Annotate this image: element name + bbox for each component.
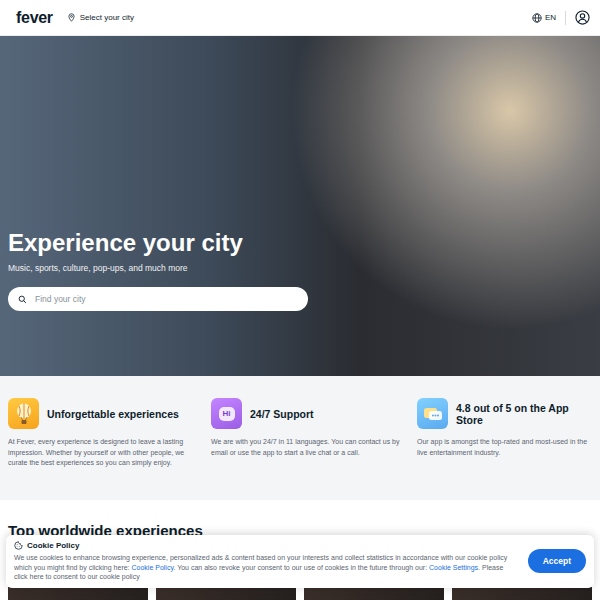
feature-text: At Fever, every experience is designed t…: [8, 437, 195, 469]
language-selector[interactable]: EN: [532, 13, 556, 23]
chat-bubble-text: Hi: [223, 409, 231, 418]
feature-title: Unforgettable experiences: [47, 408, 179, 420]
feature-header: Unforgettable experiences: [8, 398, 195, 429]
accept-button[interactable]: Accept: [528, 549, 586, 573]
feature-header: Hi 24/7 Support: [211, 398, 401, 429]
chat-bubble-icon: Hi: [219, 407, 235, 421]
feature-card: 4.8 out of 5 on the App Store Our app is …: [417, 398, 592, 480]
divider: [565, 11, 566, 25]
cookie-header: Cookie Policy: [14, 541, 518, 550]
cookie-title: Cookie Policy: [27, 541, 79, 550]
chat-icon: Hi: [211, 398, 242, 429]
app-icon: [417, 398, 448, 429]
cookie-icon: [14, 541, 23, 550]
user-icon[interactable]: [575, 10, 590, 25]
balloon-icon: [8, 398, 39, 429]
balloon-art: [15, 403, 33, 425]
hero-subtitle: Music, sports, culture, pop-ups, and muc…: [8, 263, 592, 273]
cookie-banner: Cookie PolicyWe use cookies to enhance b…: [6, 535, 594, 588]
cookie-body: Cookie PolicyWe use cookies to enhance b…: [14, 541, 518, 582]
city-search-input[interactable]: [33, 293, 298, 305]
city-selector-label[interactable]: Select your city: [80, 13, 134, 22]
pin-icon: [67, 13, 76, 22]
feature-title: 24/7 Support: [250, 408, 314, 420]
feature-text: We are with you 24/7 in 11 languages. Yo…: [211, 437, 401, 458]
hero-banner: Experience your city Music, sports, cultu…: [0, 36, 600, 376]
globe-icon: [532, 13, 542, 23]
features: Unforgettable experiences At Fever, every…: [0, 376, 600, 500]
search-icon: [18, 295, 27, 304]
feature-text: Our app is amongst the top-rated and mos…: [417, 437, 592, 458]
feature-card: Unforgettable experiences At Fever, every…: [8, 398, 195, 480]
feature-card: Hi 24/7 Support We are with you 24/7 in 11…: [211, 398, 401, 480]
cookie-link[interactable]: Cookie Settings: [429, 564, 478, 571]
fever-logo[interactable]: fever: [16, 9, 53, 27]
cookie-text-part: . You can also revoke your consent to ou…: [173, 564, 429, 571]
city-selector[interactable]: Select your city: [67, 13, 134, 22]
feature-header: 4.8 out of 5 on the App Store: [417, 398, 592, 429]
top-bar: fever Select your city EN: [0, 0, 600, 36]
hero-title: Experience your city: [8, 229, 592, 257]
city-search[interactable]: [8, 287, 308, 311]
cookie-text: We use cookies to enhance browsing exper…: [14, 553, 518, 582]
feature-title: 4.8 out of 5 on the App Store: [456, 402, 592, 426]
language-label[interactable]: EN: [545, 13, 556, 22]
cookie-link[interactable]: Cookie Policy: [132, 564, 174, 571]
app-art: [423, 405, 443, 423]
